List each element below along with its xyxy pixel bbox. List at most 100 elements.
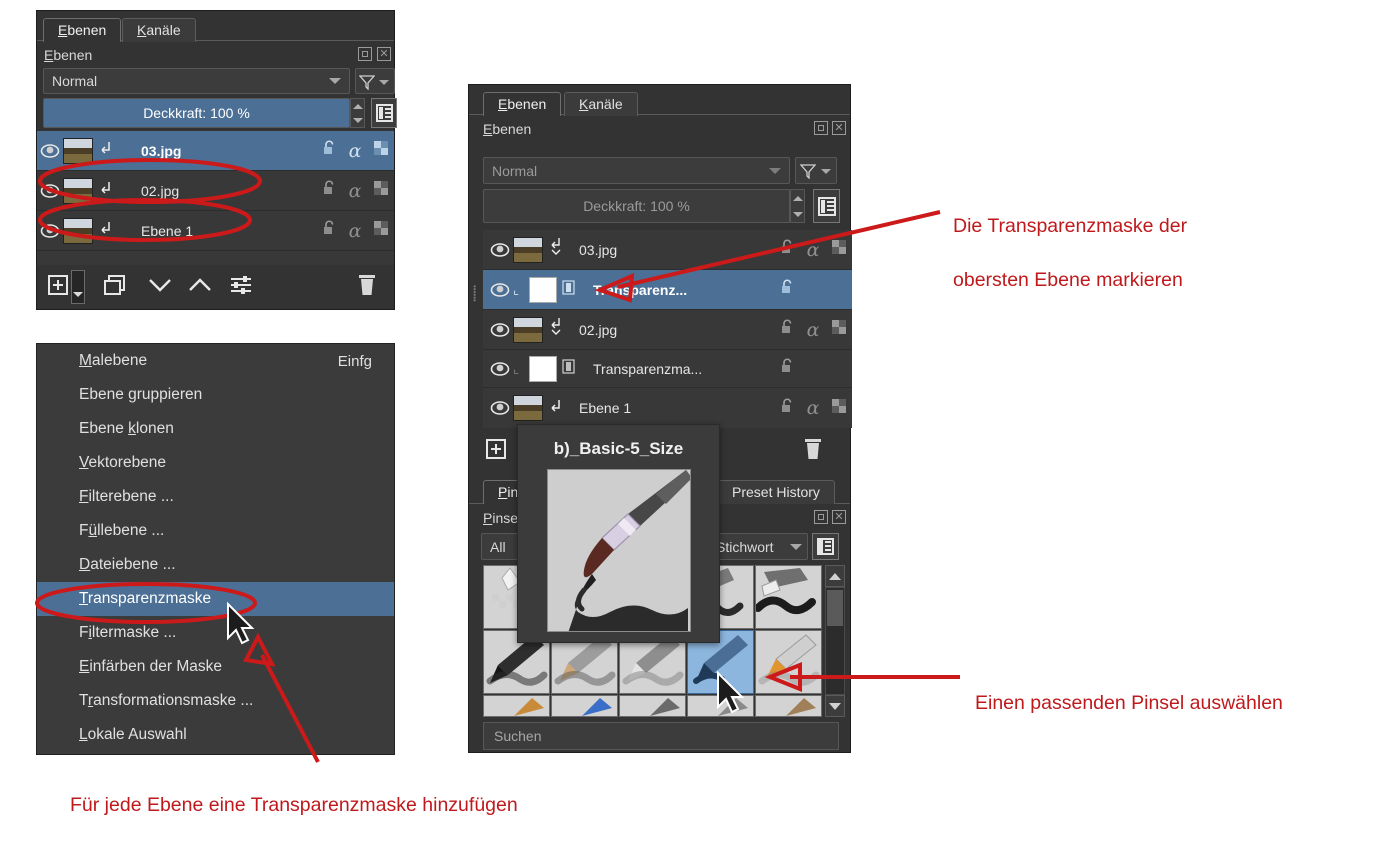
scroll-up-button[interactable]: [825, 565, 845, 587]
visibility-toggle-icon[interactable]: [37, 223, 63, 238]
menu-item-dateiebene[interactable]: Dateiebene ...: [37, 548, 394, 582]
menu-item-ebene-gruppieren[interactable]: Ebene gruppieren: [37, 378, 394, 412]
menu-item-lokale-auswahl[interactable]: Lokale Auswahl: [37, 718, 394, 752]
spinner-down-icon[interactable]: [792, 211, 803, 217]
table-row[interactable]: ⌞ Transparenz...: [483, 270, 852, 310]
close-docker-icon[interactable]: ✕: [377, 47, 391, 61]
tab-kanaele[interactable]: Kanäle: [122, 18, 196, 42]
menu-item-filtermaske[interactable]: Filtermaske ...: [37, 616, 394, 650]
alpha-channel-icon[interactable]: [826, 398, 852, 419]
delete-layer-icon[interactable]: [356, 273, 378, 302]
alpha-channel-icon[interactable]: [368, 140, 394, 161]
float-docker-icon[interactable]: [814, 510, 828, 524]
alpha-channel-icon[interactable]: [368, 180, 394, 201]
visibility-toggle-icon[interactable]: [487, 401, 513, 415]
lock-icon[interactable]: [774, 279, 800, 300]
layer-properties-button[interactable]: [371, 98, 397, 128]
float-docker-icon[interactable]: [814, 121, 828, 135]
brush-preset-r3c1[interactable]: [483, 695, 550, 717]
alpha-lock-icon[interactable]: α: [342, 180, 368, 202]
menu-item-filterebene[interactable]: Filterebene ...: [37, 480, 394, 514]
lock-icon[interactable]: [316, 140, 342, 161]
alpha-lock-icon[interactable]: α: [342, 220, 368, 242]
visibility-toggle-icon[interactable]: [487, 282, 513, 297]
scrollbar-thumb[interactable]: [827, 590, 843, 626]
menu-item-vektorebene[interactable]: Vektorebene: [37, 446, 394, 480]
duplicate-layer-icon[interactable]: [103, 274, 127, 301]
table-row[interactable]: 02.jpg α: [37, 171, 394, 211]
panel-resize-grip[interactable]: ••••••: [470, 285, 479, 330]
move-layer-down-icon[interactable]: [147, 276, 173, 299]
alpha-lock-icon[interactable]: α: [800, 397, 826, 419]
blend-mode-combo[interactable]: Normal: [43, 68, 350, 94]
opacity-slider[interactable]: Deckkraft: 100 %: [43, 98, 350, 128]
opacity-spinner[interactable]: [350, 98, 365, 128]
lock-icon[interactable]: [316, 220, 342, 241]
brush-preset-r3c5[interactable]: [755, 695, 822, 717]
tab-kanaele[interactable]: Kanäle: [564, 92, 638, 116]
scrollbar-track[interactable]: [825, 587, 845, 695]
add-layer-icon[interactable]: [47, 274, 69, 301]
lock-icon[interactable]: [316, 180, 342, 201]
lock-icon[interactable]: [774, 319, 800, 340]
spinner-up-icon[interactable]: [352, 103, 363, 109]
scroll-down-button[interactable]: [825, 695, 845, 717]
brush-preset-r2c5[interactable]: [755, 630, 822, 694]
visibility-toggle-icon[interactable]: [487, 242, 513, 257]
lock-icon[interactable]: [774, 358, 800, 379]
inherit-alpha-icon[interactable]: [543, 237, 569, 262]
list-view-button[interactable]: [812, 533, 839, 560]
brush-search-input[interactable]: Suchen: [483, 722, 839, 750]
visibility-toggle-icon[interactable]: [37, 183, 63, 198]
menu-item-transparenzmaske[interactable]: Transparenzmaske: [37, 582, 394, 616]
layer-properties-slider-icon[interactable]: [229, 274, 253, 301]
move-layer-up-icon[interactable]: [187, 276, 213, 299]
tab-preset-history[interactable]: Preset History: [717, 480, 835, 504]
filter-funnel-button[interactable]: [355, 68, 395, 94]
visibility-toggle-icon[interactable]: [487, 322, 513, 337]
table-row[interactable]: 03.jpg α: [37, 131, 394, 171]
blend-mode-combo[interactable]: Normal: [483, 157, 790, 184]
alpha-lock-icon[interactable]: α: [800, 319, 826, 341]
brush-preset-r3c3[interactable]: [619, 695, 686, 717]
spinner-up-icon[interactable]: [792, 195, 803, 201]
menu-item-fuellebene[interactable]: Füllebene ...: [37, 514, 394, 548]
table-row[interactable]: 03.jpg α: [483, 230, 852, 270]
table-row[interactable]: ⌞ Transparenzma...: [483, 350, 852, 388]
add-layer-icon[interactable]: [485, 438, 507, 465]
opacity-slider[interactable]: Deckkraft: 100 %: [483, 189, 790, 223]
opacity-spinner[interactable]: [790, 189, 805, 223]
alpha-channel-icon[interactable]: [368, 220, 394, 241]
inherit-alpha-icon[interactable]: [93, 140, 119, 161]
menu-item-ebene-klonen[interactable]: Ebene klonen: [37, 412, 394, 446]
tab-ebenen[interactable]: Ebenen: [483, 92, 562, 116]
menu-item-einfaerben-der-maske[interactable]: Einfärben der Maske: [37, 650, 394, 684]
add-layer-dropdown-icon[interactable]: [71, 270, 85, 304]
alpha-lock-icon[interactable]: α: [342, 140, 368, 162]
table-row[interactable]: Ebene 1 α: [483, 388, 852, 428]
inherit-alpha-icon[interactable]: [543, 317, 569, 342]
lock-icon[interactable]: [774, 398, 800, 419]
menu-item-malebene[interactable]: Malebene Einfg: [37, 344, 394, 378]
menu-item-transformationsmaske[interactable]: Transformationsmaske ...: [37, 684, 394, 718]
lock-icon[interactable]: [774, 239, 800, 260]
tab-ebenen[interactable]: Ebenen: [43, 18, 122, 42]
inherit-alpha-icon[interactable]: [93, 220, 119, 241]
alpha-channel-icon[interactable]: [826, 319, 852, 340]
inherit-alpha-icon[interactable]: [93, 180, 119, 201]
table-row[interactable]: 02.jpg α: [483, 310, 852, 350]
visibility-toggle-icon[interactable]: [37, 143, 63, 158]
close-docker-icon[interactable]: ✕: [832, 121, 846, 135]
close-docker-icon[interactable]: ✕: [832, 510, 846, 524]
inherit-alpha-icon[interactable]: [543, 398, 569, 419]
spinner-down-icon[interactable]: [352, 117, 363, 123]
delete-layer-icon[interactable]: [802, 437, 824, 466]
brush-preset-r1c5[interactable]: [755, 565, 822, 629]
brush-preset-r3c4[interactable]: [687, 695, 754, 717]
brush-preset-r3c2[interactable]: [551, 695, 618, 717]
layer-properties-button[interactable]: [813, 189, 840, 223]
table-row[interactable]: Ebene 1 α: [37, 211, 394, 251]
alpha-lock-icon[interactable]: α: [800, 239, 826, 261]
alpha-channel-icon[interactable]: [826, 239, 852, 260]
float-docker-icon[interactable]: [358, 47, 372, 61]
